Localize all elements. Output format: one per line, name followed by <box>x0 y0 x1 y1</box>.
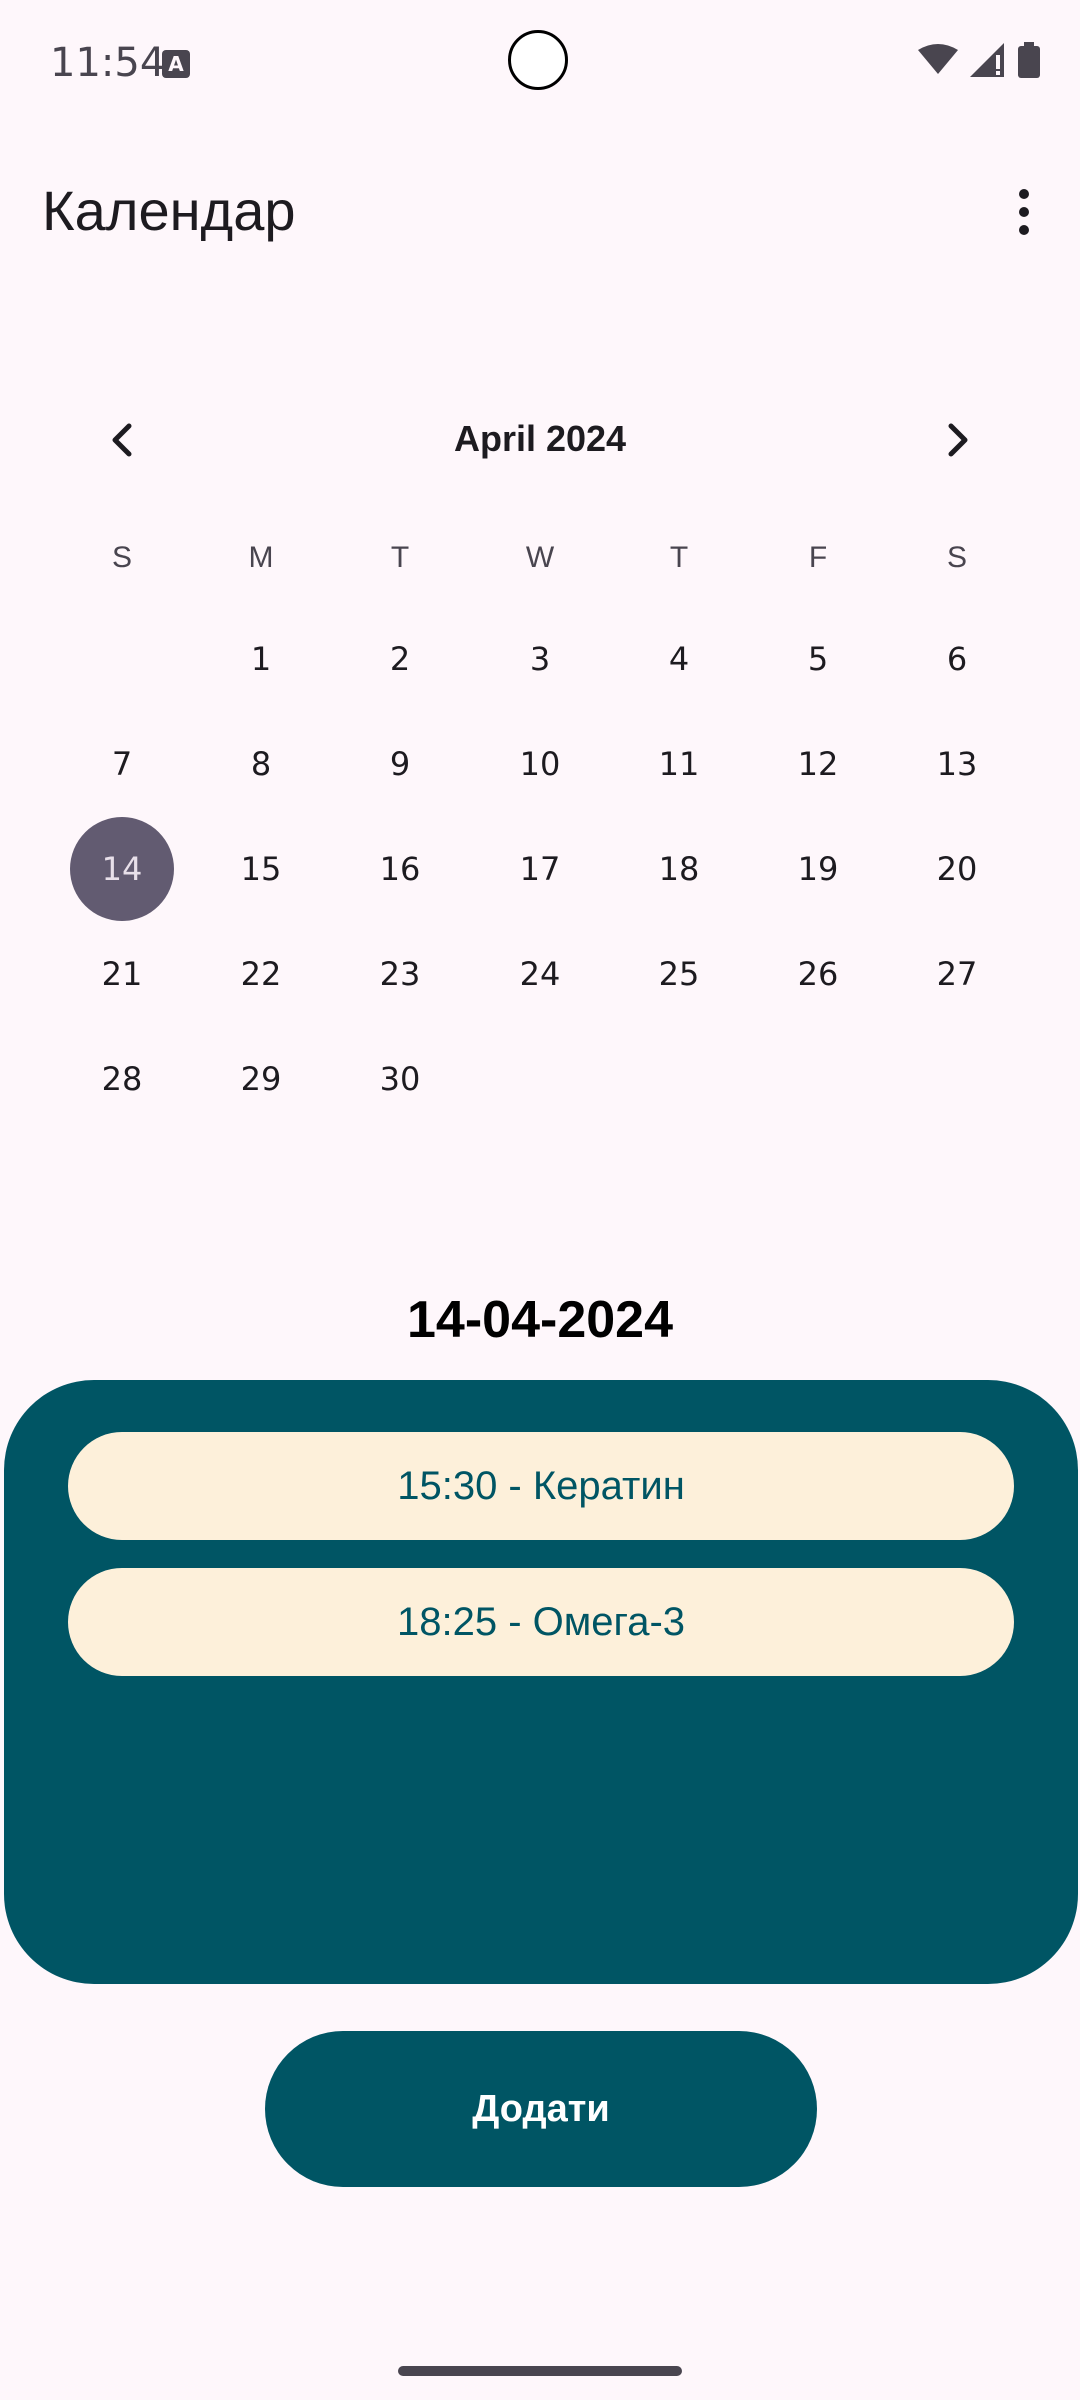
weekday-header: SMTWTFS <box>0 535 1080 585</box>
weekday-label: M <box>248 541 274 574</box>
signal-icon <box>970 43 1004 77</box>
calendar-day[interactable]: 11 <box>627 712 731 816</box>
calendar-day[interactable]: 20 <box>905 817 1009 921</box>
status-time: 11:54 <box>50 40 166 86</box>
next-month-button[interactable] <box>926 400 990 480</box>
calendar-day[interactable]: 23 <box>348 922 452 1026</box>
calendar-day-selected[interactable]: 14 <box>70 817 174 921</box>
calendar-day[interactable]: 17 <box>488 817 592 921</box>
calendar-day[interactable]: 12 <box>766 712 870 816</box>
calendar-day[interactable]: 8 <box>209 712 313 816</box>
weekday-label: T <box>669 541 689 574</box>
calendar-day[interactable]: 19 <box>766 817 870 921</box>
calendar-day[interactable]: 9 <box>348 712 452 816</box>
calendar-day[interactable]: 22 <box>209 922 313 1026</box>
event-item[interactable]: 18:25 - Омега-3 <box>68 1568 1014 1676</box>
app-notification-icon: A <box>162 50 190 78</box>
status-bar: 11:54 A <box>0 0 1080 130</box>
calendar-day[interactable]: 27 <box>905 922 1009 1026</box>
page-title: Календар <box>42 179 296 242</box>
calendar-day[interactable]: 16 <box>348 817 452 921</box>
weekday-label: S <box>946 541 967 574</box>
calendar-day[interactable]: 7 <box>70 712 174 816</box>
calendar-header: April 2024 <box>0 400 1080 480</box>
calendar-day[interactable]: 26 <box>766 922 870 1026</box>
event-item[interactable]: 15:30 - Кератин <box>68 1432 1014 1540</box>
calendar-day[interactable]: 15 <box>209 817 313 921</box>
chevron-right-icon <box>948 423 968 457</box>
calendar-day[interactable]: 5 <box>766 607 870 711</box>
calendar-day[interactable]: 29 <box>209 1027 313 1131</box>
calendar-day[interactable]: 25 <box>627 922 731 1026</box>
calendar-day[interactable]: 13 <box>905 712 1009 816</box>
weekday-label: F <box>808 541 828 574</box>
calendar-day[interactable]: 2 <box>348 607 452 711</box>
calendar-day[interactable]: 28 <box>70 1027 174 1131</box>
selected-date-label: 14-04-2024 <box>407 1291 673 1349</box>
camera-cutout <box>508 30 568 90</box>
weekday-label: T <box>390 541 410 574</box>
weekday-label: S <box>111 541 132 574</box>
more-vert-icon[interactable] <box>1000 184 1048 240</box>
home-indicator[interactable] <box>398 2366 682 2376</box>
calendar-day[interactable]: 18 <box>627 817 731 921</box>
events-panel: 15:30 - Кератин 18:25 - Омега-3 <box>4 1380 1078 1984</box>
calendar-day[interactable]: 3 <box>488 607 592 711</box>
calendar-day[interactable]: 30 <box>348 1027 452 1131</box>
status-icons <box>918 42 1040 78</box>
calendar-day[interactable]: 10 <box>488 712 592 816</box>
calendar-day[interactable]: 1 <box>209 607 313 711</box>
calendar-day[interactable]: 24 <box>488 922 592 1026</box>
battery-icon <box>1018 42 1040 78</box>
wifi-icon <box>918 44 958 74</box>
calendar-day[interactable]: 21 <box>70 922 174 1026</box>
calendar-day[interactable]: 4 <box>627 607 731 711</box>
month-label[interactable]: April 2024 <box>0 418 1080 460</box>
calendar-day[interactable]: 6 <box>905 607 1009 711</box>
add-button[interactable]: Додати <box>265 2031 817 2187</box>
weekday-label: W <box>525 541 555 574</box>
